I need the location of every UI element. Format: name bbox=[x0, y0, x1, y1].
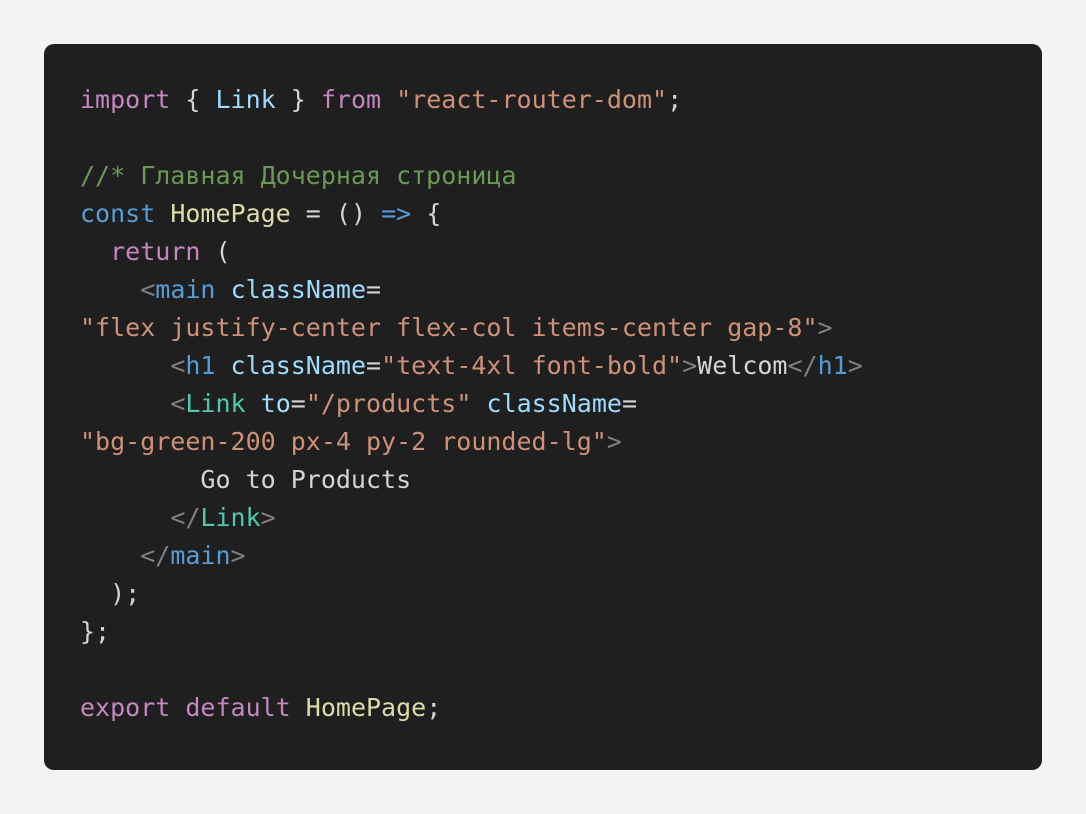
code-token: "text-4xl font-bold" bbox=[381, 351, 683, 380]
code-token: > bbox=[847, 351, 863, 380]
code-line: <Link to="/products" className= bbox=[80, 385, 863, 423]
code-token: = bbox=[366, 275, 382, 304]
code-token: from bbox=[320, 85, 382, 114]
code-line: //* Главная Дочерная строница bbox=[80, 157, 863, 195]
code-token: }; bbox=[80, 617, 111, 646]
code-token: //* Главная Дочерная строница bbox=[80, 161, 517, 190]
code-token: > bbox=[817, 313, 833, 342]
code-token: Link bbox=[215, 85, 276, 114]
code-token: const bbox=[80, 199, 156, 228]
code-token: < bbox=[170, 351, 186, 380]
code-token: className bbox=[230, 275, 367, 304]
code-line: </main> bbox=[80, 537, 863, 575]
code-block: import { Link } from "react-router-dom";… bbox=[44, 44, 1042, 770]
code-token: Go to Products bbox=[80, 465, 412, 494]
code-line: "bg-green-200 px-4 py-2 rounded-lg"> bbox=[80, 423, 863, 461]
code-token: ( bbox=[200, 237, 231, 266]
code-line: const HomePage = () => { bbox=[80, 195, 863, 233]
code-token: export bbox=[80, 693, 171, 722]
code-token: Welcom bbox=[697, 351, 788, 380]
code-token: </ bbox=[787, 351, 818, 380]
code-token: HomePage bbox=[170, 199, 291, 228]
code-line: }; bbox=[80, 613, 863, 651]
code-token: "react-router-dom" bbox=[396, 85, 668, 114]
code-token: className bbox=[486, 389, 622, 418]
code-token: = bbox=[290, 389, 306, 418]
code-token: } bbox=[275, 85, 321, 114]
code-token: HomePage bbox=[305, 693, 427, 722]
code-token: "bg-green-200 px-4 py-2 rounded-lg" bbox=[80, 427, 607, 456]
code-text: import { Link } from "react-router-dom";… bbox=[80, 81, 863, 727]
code-line: <h1 className="text-4xl font-bold">Welco… bbox=[80, 347, 863, 385]
code-token: < bbox=[140, 275, 156, 304]
code-line: ); bbox=[80, 575, 863, 613]
code-line: "flex justify-center flex-col items-cent… bbox=[80, 309, 863, 347]
code-line: export default HomePage; bbox=[80, 689, 863, 727]
code-token: < bbox=[170, 389, 186, 418]
code-token: return bbox=[110, 237, 201, 266]
code-line: import { Link } from "react-router-dom"; bbox=[80, 81, 863, 119]
code-token: default bbox=[185, 693, 291, 722]
code-line: <main className= bbox=[80, 271, 863, 309]
code-token: </ bbox=[170, 503, 201, 532]
code-token: => bbox=[381, 199, 412, 228]
code-token: main bbox=[170, 541, 231, 570]
code-token: = () bbox=[290, 199, 382, 228]
code-token: { bbox=[411, 199, 442, 228]
code-line: </Link> bbox=[80, 499, 863, 537]
page: import { Link } from "react-router-dom";… bbox=[0, 0, 1086, 814]
code-token: "/products" bbox=[305, 389, 472, 418]
code-token: { bbox=[170, 85, 216, 114]
code-token: h1 bbox=[185, 351, 216, 380]
code-token: ); bbox=[80, 579, 141, 608]
code-token: > bbox=[606, 427, 622, 456]
code-line: return ( bbox=[80, 233, 863, 271]
code-token: h1 bbox=[817, 351, 848, 380]
code-token: to bbox=[260, 389, 291, 418]
code-token: ; bbox=[667, 85, 683, 114]
code-token: className bbox=[230, 351, 367, 380]
code-token: Link bbox=[185, 389, 246, 418]
code-token: ; bbox=[426, 693, 442, 722]
code-token: = bbox=[366, 351, 382, 380]
code-token: </ bbox=[140, 541, 171, 570]
code-token: > bbox=[230, 541, 246, 570]
code-token: Link bbox=[200, 503, 261, 532]
code-line: Go to Products bbox=[80, 461, 863, 499]
code-token: main bbox=[155, 275, 216, 304]
code-token: > bbox=[260, 503, 276, 532]
code-token: = bbox=[621, 389, 637, 418]
code-token: "flex justify-center flex-col items-cent… bbox=[80, 313, 818, 342]
code-token: > bbox=[682, 351, 698, 380]
code-token: import bbox=[80, 85, 171, 114]
